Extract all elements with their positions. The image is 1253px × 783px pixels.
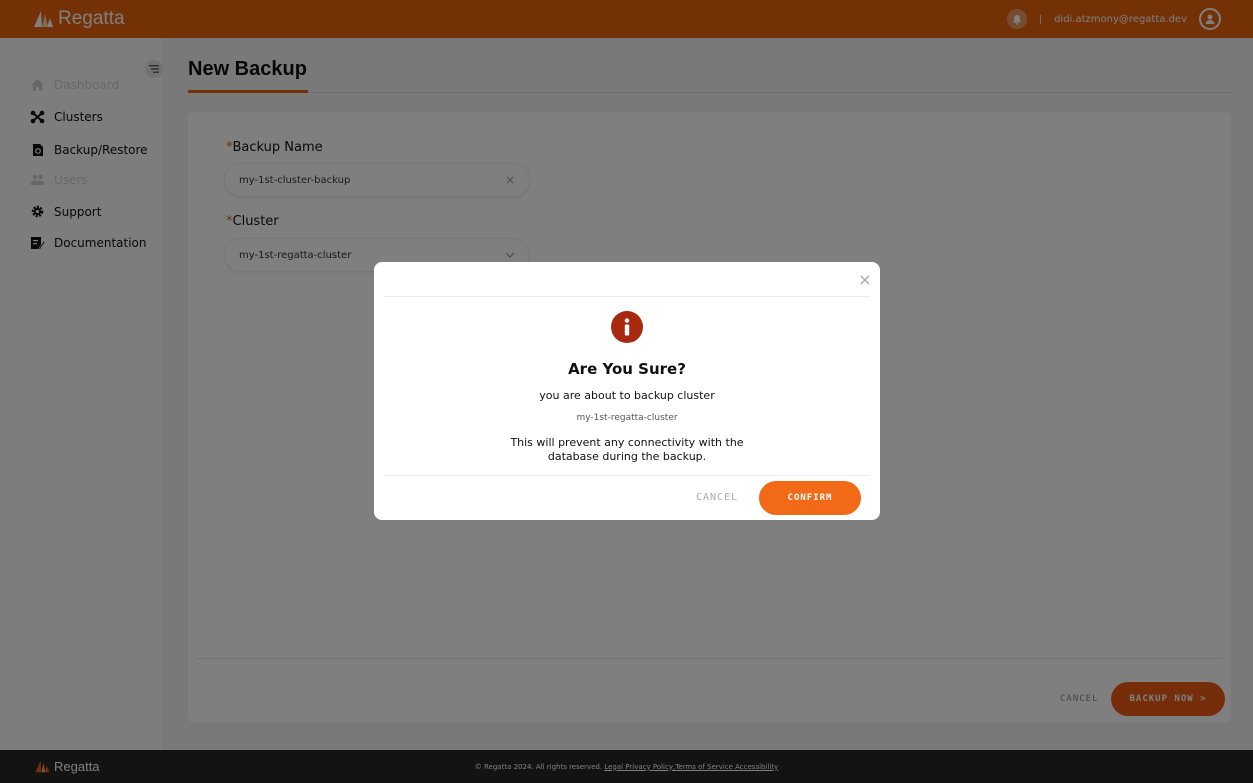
dialog-cluster-name: my-1st-regatta-cluster (576, 413, 678, 423)
confirm-dialog: × Are You Sure? you are about to backup … (374, 262, 880, 520)
dialog-cancel-button[interactable]: CANCEL (696, 492, 738, 503)
dialog-footer-divider (384, 475, 870, 476)
info-icon (611, 311, 643, 343)
dialog-warning: This will prevent any connectivity with … (510, 436, 744, 463)
dialog-title: Are You Sure? (568, 360, 686, 378)
close-icon[interactable]: × (858, 272, 872, 288)
dialog-message: you are about to backup cluster (539, 389, 715, 402)
dialog-confirm-button[interactable]: CONFIRM (759, 481, 861, 515)
dialog-header-divider (384, 296, 870, 297)
